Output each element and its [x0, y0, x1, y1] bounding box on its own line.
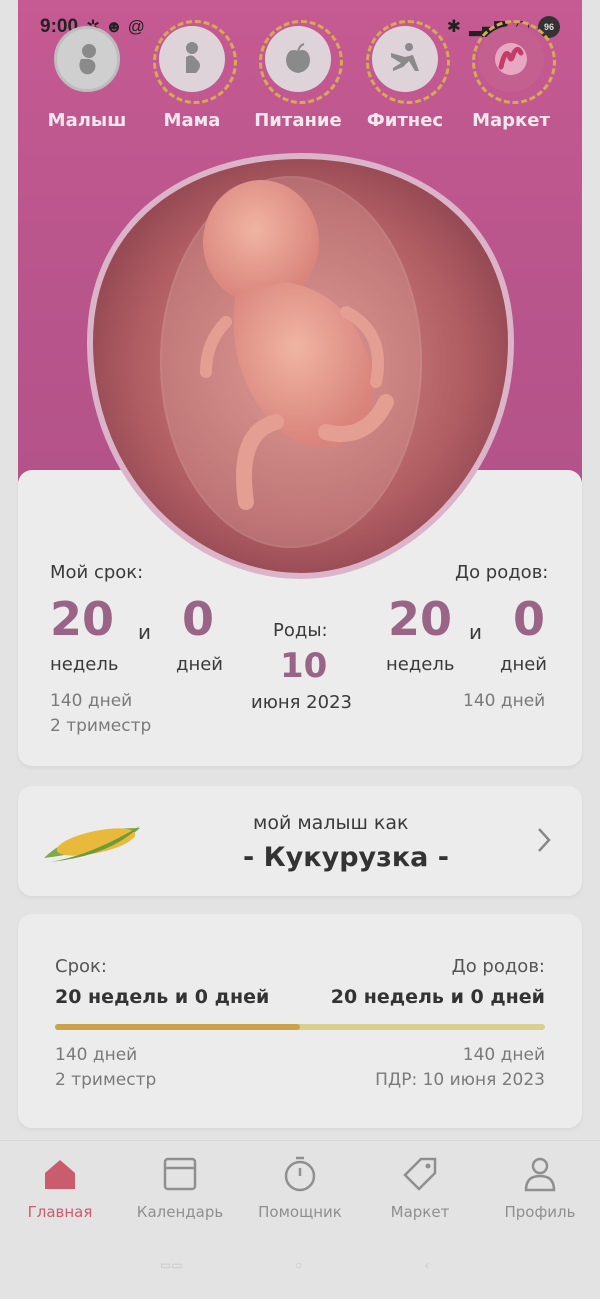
progress-until-value: 20 недель и 0 дней — [330, 986, 545, 1008]
until-label: До родов: — [455, 562, 549, 583]
pregnancy-progress-bar — [55, 1024, 545, 1030]
chevron-right-icon — [538, 828, 551, 852]
market-logo-icon — [472, 20, 556, 104]
progress-term-label: Срок: — [55, 956, 107, 977]
system-recents-icon[interactable]: ▭▭ — [160, 1258, 183, 1272]
nav-item-baby[interactable]: Малыш — [30, 26, 144, 131]
profile-icon — [524, 1157, 556, 1192]
nav-label-food: Питание — [254, 110, 342, 131]
term-total-days: 140 дней — [50, 691, 133, 711]
nav-label-baby: Малыш — [47, 110, 127, 131]
progress-left-trimester: 2 триместр — [55, 1070, 157, 1090]
tab-calendar-label: Календарь — [136, 1203, 224, 1221]
tag-icon — [403, 1157, 437, 1191]
pregnant-woman-icon — [153, 20, 237, 104]
until-days: 0 — [513, 592, 546, 646]
until-weeks: 20 — [388, 592, 453, 646]
progress-due-date: ПДР: 10 июня 2023 — [375, 1070, 545, 1090]
until-and: и — [469, 620, 482, 644]
progress-card: Срок: 20 недель и 0 дней До родов: 20 не… — [18, 914, 582, 1128]
tab-profile-label: Профиль — [504, 1203, 576, 1221]
term-days-unit: дней — [176, 654, 223, 675]
term-weeks: 20 — [50, 592, 115, 646]
tab-home-label: Главная — [27, 1203, 93, 1221]
tab-market[interactable]: Маркет — [360, 1155, 480, 1221]
nav-item-mom[interactable]: Мама — [135, 20, 249, 131]
fruit-name: - Кукурузка - — [243, 842, 449, 873]
progress-until-label: До родов: — [451, 956, 545, 977]
term-trimester: 2 триместр — [50, 716, 152, 736]
until-days-unit: дней — [500, 654, 547, 675]
progress-left-days: 140 дней — [55, 1045, 138, 1065]
tab-home[interactable]: Главная — [0, 1155, 120, 1221]
birth-month-year: июня 2023 — [251, 692, 352, 713]
progress-term-value: 20 недель и 0 дней — [55, 986, 270, 1008]
pregnancy-progress-fill — [55, 1024, 300, 1030]
nav-label-mom: Мама — [163, 110, 221, 131]
home-icon — [45, 1160, 75, 1189]
progress-right-days: 140 дней — [462, 1045, 545, 1065]
yoga-icon — [366, 20, 450, 104]
until-total-days: 140 дней — [463, 691, 546, 711]
tab-profile[interactable]: Профиль — [480, 1155, 600, 1221]
my-term-label: Мой срок: — [50, 562, 144, 583]
apple-icon — [259, 20, 343, 104]
fruit-prefix: мой малыш как — [253, 812, 409, 834]
section-nav: Малыш Мама Питание Фитнес Маркет — [30, 20, 570, 136]
calendar-icon — [163, 1157, 197, 1191]
nav-label-fitness: Фитнес — [366, 110, 444, 131]
fruit-comparison-card[interactable]: мой малыш как - Кукурузка - — [18, 786, 582, 896]
tab-assistant[interactable]: Помощник — [240, 1155, 360, 1221]
bottom-nav: Главная Календарь Помощник Маркет Профил… — [0, 1140, 600, 1240]
tab-market-label: Маркет — [390, 1203, 450, 1221]
nav-label-market: Маркет — [472, 110, 550, 131]
tab-calendar[interactable]: Календарь — [120, 1155, 240, 1221]
system-home-icon[interactable]: ○ — [295, 1258, 302, 1272]
birth-label: Роды: — [273, 620, 328, 641]
tab-assistant-label: Помощник — [258, 1203, 342, 1221]
term-weeks-unit: недель — [50, 654, 119, 675]
until-weeks-unit: недель — [386, 654, 455, 675]
term-and: и — [138, 620, 151, 644]
nav-item-market[interactable]: Маркет — [454, 20, 568, 131]
corn-icon — [44, 826, 140, 862]
term-days: 0 — [182, 592, 215, 646]
nav-item-food[interactable]: Питание — [241, 20, 355, 131]
birth-day: 10 — [280, 646, 328, 686]
system-back-icon[interactable]: ‹ — [425, 1258, 429, 1272]
nav-item-fitness[interactable]: Фитнес — [348, 20, 462, 131]
baby-icon — [54, 26, 120, 92]
term-content: Мой срок: 20 и 0 недель дней 140 дней 2 … — [18, 470, 582, 766]
timer-icon — [284, 1156, 316, 1192]
